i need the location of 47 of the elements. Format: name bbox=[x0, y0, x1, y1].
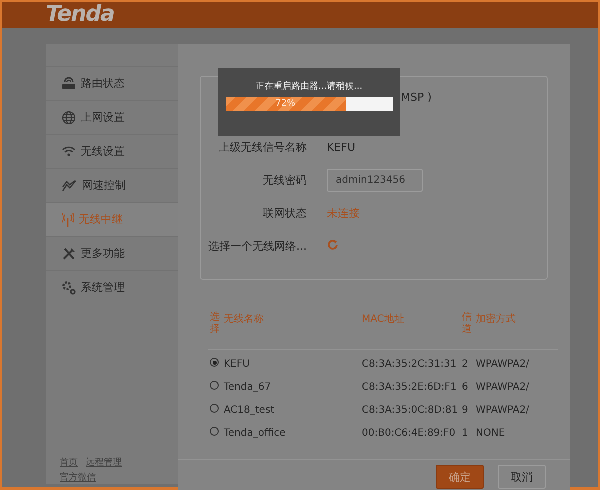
antenna-icon bbox=[62, 212, 74, 226]
radio-button[interactable] bbox=[210, 404, 219, 413]
table-cell-text: 9 bbox=[461, 404, 470, 418]
confirm-button[interactable]: 确定 bbox=[436, 465, 484, 489]
table-cell-text: C8:3A:35:2E:6D:F1 bbox=[361, 380, 458, 394]
cancel-button[interactable]: 取消 bbox=[498, 465, 546, 489]
gear-icon bbox=[62, 280, 76, 294]
column-header: 选择 bbox=[208, 308, 222, 350]
table-cell-text: AC18_test bbox=[223, 404, 276, 418]
wifi-icon bbox=[62, 146, 76, 157]
line-chart-icon bbox=[62, 180, 77, 192]
field-value: KEFU bbox=[327, 141, 356, 154]
globe-icon bbox=[62, 110, 76, 124]
table-cell: 2 bbox=[460, 350, 474, 376]
status-value: 未连接 bbox=[327, 206, 360, 221]
table-cell-text: 6 bbox=[461, 380, 470, 394]
table-cell-text: 00:B0:C6:4E:89:F0 bbox=[361, 426, 457, 440]
dialog-message: 正在重启路由器...请稍候... bbox=[255, 80, 363, 93]
logo: Tenda bbox=[46, 2, 114, 27]
field-label: 选择一个无线网络... bbox=[208, 239, 307, 254]
radio-button[interactable] bbox=[210, 358, 219, 367]
footer-link[interactable]: 远程管理 bbox=[86, 456, 122, 469]
column-header: MAC地址 bbox=[360, 308, 460, 350]
column-header: 无线名称 bbox=[222, 308, 360, 350]
table-cell-text: NONE bbox=[475, 426, 506, 440]
table-cell-text: C8:3A:35:0C:8D:81 bbox=[361, 404, 460, 418]
table-cell: WPAWPA2/ bbox=[474, 350, 558, 376]
table-cell-text: Tenda_office bbox=[223, 426, 287, 440]
column-header: 信道 bbox=[460, 308, 474, 350]
table-cell-text: Tenda_67 bbox=[223, 380, 272, 394]
radio-button[interactable] bbox=[210, 427, 219, 436]
field-label: 无线密码 bbox=[262, 173, 307, 188]
table-cell: C8:3A:35:2C:31:31 bbox=[360, 350, 460, 376]
field-label: 上级无线信号名称 bbox=[218, 140, 307, 155]
table-cell: KEFU bbox=[222, 350, 360, 376]
router-icon bbox=[62, 77, 76, 90]
footer-link[interactable]: 首页 bbox=[60, 456, 78, 469]
radio-button[interactable] bbox=[210, 381, 219, 390]
progress-reading: 72% bbox=[274, 98, 297, 111]
table-cell-text: WPAWPA2/ bbox=[475, 404, 530, 418]
table-cell-text: 1 bbox=[461, 426, 470, 440]
field-label: 联网状态 bbox=[262, 206, 307, 221]
tools-icon bbox=[62, 246, 76, 260]
field-value: MSP ) bbox=[401, 91, 432, 104]
table-cell-text: WPAWPA2/ bbox=[475, 380, 530, 394]
column-header: 加密方式 bbox=[474, 308, 558, 350]
password-field[interactable]: admin123456 bbox=[327, 169, 423, 192]
